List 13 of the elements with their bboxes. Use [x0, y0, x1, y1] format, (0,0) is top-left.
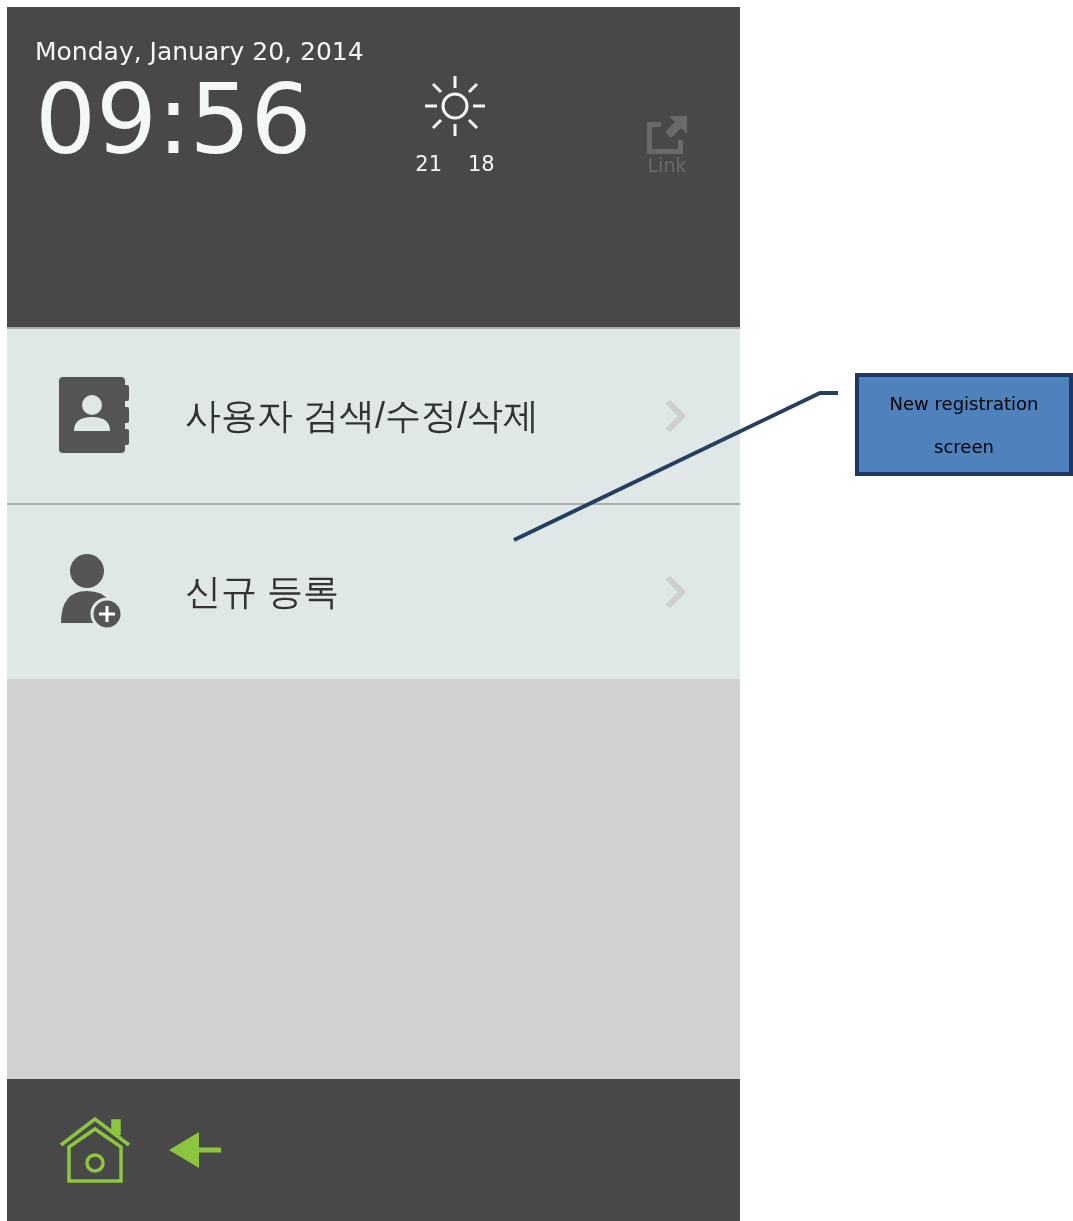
clock-time: 09:56	[35, 72, 313, 168]
home-icon[interactable]	[59, 1117, 131, 1183]
chevron-right-icon	[664, 398, 688, 434]
back-arrow-icon[interactable]	[167, 1130, 223, 1170]
address-book-icon	[59, 377, 129, 455]
low-temperature: 18	[468, 152, 495, 176]
chevron-right-icon	[664, 574, 688, 610]
menu-item[interactable]: 신규 등록	[7, 503, 740, 679]
menu-item[interactable]: 사용자 검색/수정/삭제	[7, 327, 740, 503]
high-temperature: 21	[415, 152, 442, 176]
callout-text: New registration screen	[888, 391, 1040, 459]
sun-icon	[423, 74, 487, 138]
date-label: Monday, January 20, 2014	[35, 37, 364, 66]
